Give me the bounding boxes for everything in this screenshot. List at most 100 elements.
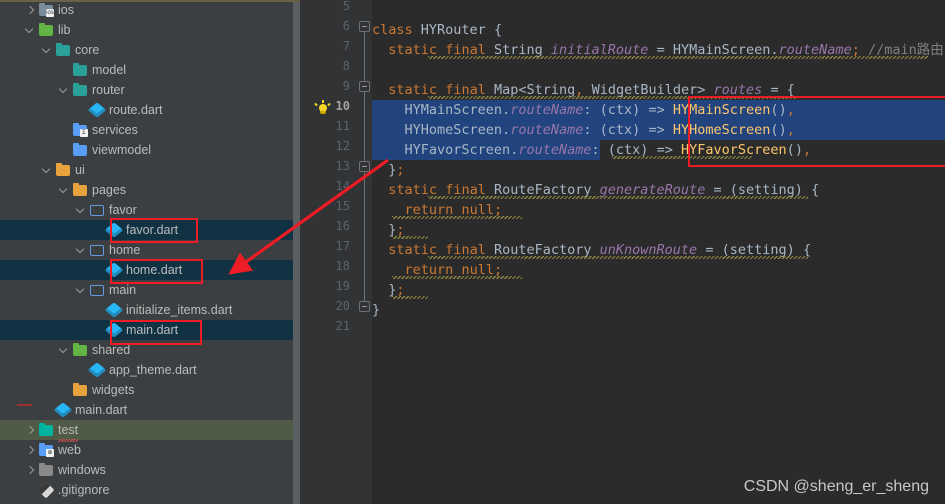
tree-item-label: home.dart bbox=[126, 263, 183, 277]
tree-scrollbar[interactable] bbox=[293, 0, 300, 504]
dart-file-icon bbox=[53, 402, 73, 418]
tree-item-label: widgets bbox=[92, 383, 135, 397]
fold-collapse-icon-line-13[interactable] bbox=[359, 161, 370, 172]
tree-item-initialize-items-dart[interactable]: initialize_items.dart bbox=[0, 300, 300, 320]
dart-file-icon bbox=[104, 222, 124, 238]
tree-item-core[interactable]: core bbox=[0, 40, 300, 60]
tree-item-widgets[interactable]: widgets bbox=[0, 380, 300, 400]
code-line-8[interactable] bbox=[372, 60, 945, 80]
line-number-11: 11 bbox=[335, 119, 350, 133]
folder-lib-icon bbox=[39, 23, 54, 37]
tree-item-app-theme-dart[interactable]: app_theme.dart bbox=[0, 360, 300, 380]
tree-scrollbar-thumb[interactable] bbox=[293, 0, 300, 504]
tree-item-model[interactable]: model bbox=[0, 60, 300, 80]
fold-connector bbox=[364, 32, 365, 81]
tree-top-strip bbox=[0, 0, 300, 2]
project-tree-rows: ios ios lib core model router route.dart Σservi… bbox=[0, 0, 300, 500]
chevron-down-icon[interactable] bbox=[76, 285, 87, 296]
code-line-10[interactable]: HYMainScreen.routeName: (ctx) => HYMainS… bbox=[372, 100, 945, 120]
tree-item-windows[interactable]: windows bbox=[0, 460, 300, 480]
project-tree-panel[interactable]: ios ios lib core model router route.dart Σservi… bbox=[0, 0, 300, 504]
fold-collapse-icon-line-9[interactable] bbox=[359, 81, 370, 92]
editor-panel[interactable]: 5 6 7 8 9 10 11 12 13 14 15 16 17 18 19 20 21 class HYRo… bbox=[300, 0, 945, 504]
editor-gutter[interactable]: 5 6 7 8 9 10 11 12 13 14 15 16 17 18 19 20 21 bbox=[300, 0, 358, 504]
tree-item-label: router bbox=[92, 83, 125, 97]
warning-squiggle-line-15 bbox=[392, 216, 522, 219]
tree-item-favor-dart[interactable]: favor.dart bbox=[0, 220, 300, 240]
lightbulb-intention-icon[interactable] bbox=[314, 100, 331, 117]
tree-item-label: web bbox=[58, 443, 81, 457]
code-line-5[interactable] bbox=[372, 0, 945, 20]
code-line-11[interactable]: HYHomeScreen.routeName: (ctx) => HYHomeS… bbox=[372, 120, 945, 140]
ide-window: ios ios lib core model router route.dart Σservi… bbox=[0, 0, 945, 504]
tree-item-label: lib bbox=[58, 23, 71, 37]
tree-item-home-dart[interactable]: home.dart bbox=[0, 260, 300, 280]
folder-ui-icon bbox=[56, 163, 71, 177]
chevron-down-icon[interactable] bbox=[25, 25, 36, 36]
tree-item-main-dart[interactable]: main.dart bbox=[0, 320, 300, 340]
chevron-down-icon[interactable] bbox=[59, 345, 70, 356]
line-number-15: 15 bbox=[335, 199, 350, 213]
chevron-down-icon[interactable] bbox=[59, 85, 70, 96]
tree-item-label: route.dart bbox=[109, 103, 163, 117]
tree-item--gitignore[interactable]: .gitignore bbox=[0, 480, 300, 500]
chevron-right-icon[interactable] bbox=[25, 5, 36, 16]
tree-item-label: favor.dart bbox=[126, 223, 179, 237]
tree-item-ui[interactable]: ui bbox=[0, 160, 300, 180]
folder-plain-icon bbox=[90, 283, 105, 297]
code-text-layer[interactable]: class HYRouter { static final String ini… bbox=[372, 0, 945, 504]
tree-item-label: pages bbox=[92, 183, 127, 197]
line-number-18: 18 bbox=[335, 259, 350, 273]
line-number-5: 5 bbox=[342, 0, 350, 13]
warning-squiggle-line-9 bbox=[428, 96, 798, 99]
dart-file-icon bbox=[104, 322, 124, 338]
chevron-down-icon[interactable] bbox=[76, 205, 87, 216]
tree-item-services[interactable]: Σservices bbox=[0, 120, 300, 140]
tree-item-test[interactable]: test bbox=[0, 420, 300, 442]
tree-item-label: home bbox=[109, 243, 141, 257]
chevron-down-icon[interactable] bbox=[76, 245, 87, 256]
tree-item-pages[interactable]: pages bbox=[0, 180, 300, 200]
chevron-right-icon[interactable] bbox=[25, 425, 36, 436]
fold-collapse-icon-line-6[interactable] bbox=[359, 21, 370, 32]
chevron-down-icon[interactable] bbox=[42, 45, 53, 56]
code-line-19[interactable]: }; bbox=[372, 280, 945, 300]
tree-item-shared[interactable]: shared bbox=[0, 340, 300, 360]
tree-item-lib[interactable]: lib bbox=[0, 20, 300, 40]
line-number-16: 16 bbox=[335, 219, 350, 233]
dart-file-icon bbox=[104, 262, 124, 278]
folder-web-icon: ⊕ bbox=[39, 443, 54, 457]
tree-item-label: viewmodel bbox=[92, 143, 152, 157]
line-number-13: 13 bbox=[335, 159, 350, 173]
tree-item-viewmodel[interactable]: viewmodel bbox=[0, 140, 300, 160]
folder-viewmodel-icon bbox=[73, 143, 88, 157]
tree-item-favor[interactable]: favor bbox=[0, 200, 300, 220]
tree-item-route-dart[interactable]: route.dart bbox=[0, 100, 300, 120]
code-line-13[interactable]: }; bbox=[372, 160, 945, 180]
warning-squiggle-line-14 bbox=[428, 196, 808, 199]
code-line-16[interactable]: }; bbox=[372, 220, 945, 240]
folder-model-icon bbox=[73, 63, 88, 77]
warning-squiggle-line-16 bbox=[392, 236, 428, 239]
gitignore-file-icon bbox=[37, 481, 55, 499]
code-line-6[interactable]: class HYRouter { bbox=[372, 20, 945, 40]
tree-item-label: app_theme.dart bbox=[109, 363, 197, 377]
dart-file-icon bbox=[87, 362, 107, 378]
tree-item-main-dart[interactable]: main.dart bbox=[0, 400, 300, 420]
tree-item-home[interactable]: home bbox=[0, 240, 300, 260]
chevron-right-icon[interactable] bbox=[25, 445, 36, 456]
editor-fold-rail[interactable] bbox=[358, 0, 372, 504]
line-number-12: 12 bbox=[335, 139, 350, 153]
code-line-20[interactable]: } bbox=[372, 300, 945, 320]
folder-windows-icon bbox=[39, 463, 54, 477]
tree-item-web[interactable]: ⊕ web bbox=[0, 440, 300, 460]
tree-item-main[interactable]: main bbox=[0, 280, 300, 300]
fold-collapse-icon-line-20[interactable] bbox=[359, 301, 370, 312]
tree-item-ios[interactable]: ios ios bbox=[0, 0, 300, 20]
chevron-right-icon[interactable] bbox=[25, 465, 36, 476]
tree-item-router[interactable]: router bbox=[0, 80, 300, 100]
chevron-down-icon[interactable] bbox=[42, 165, 53, 176]
tree-item-label: services bbox=[92, 123, 138, 137]
chevron-down-icon[interactable] bbox=[59, 185, 70, 196]
code-line-21[interactable] bbox=[372, 320, 945, 340]
